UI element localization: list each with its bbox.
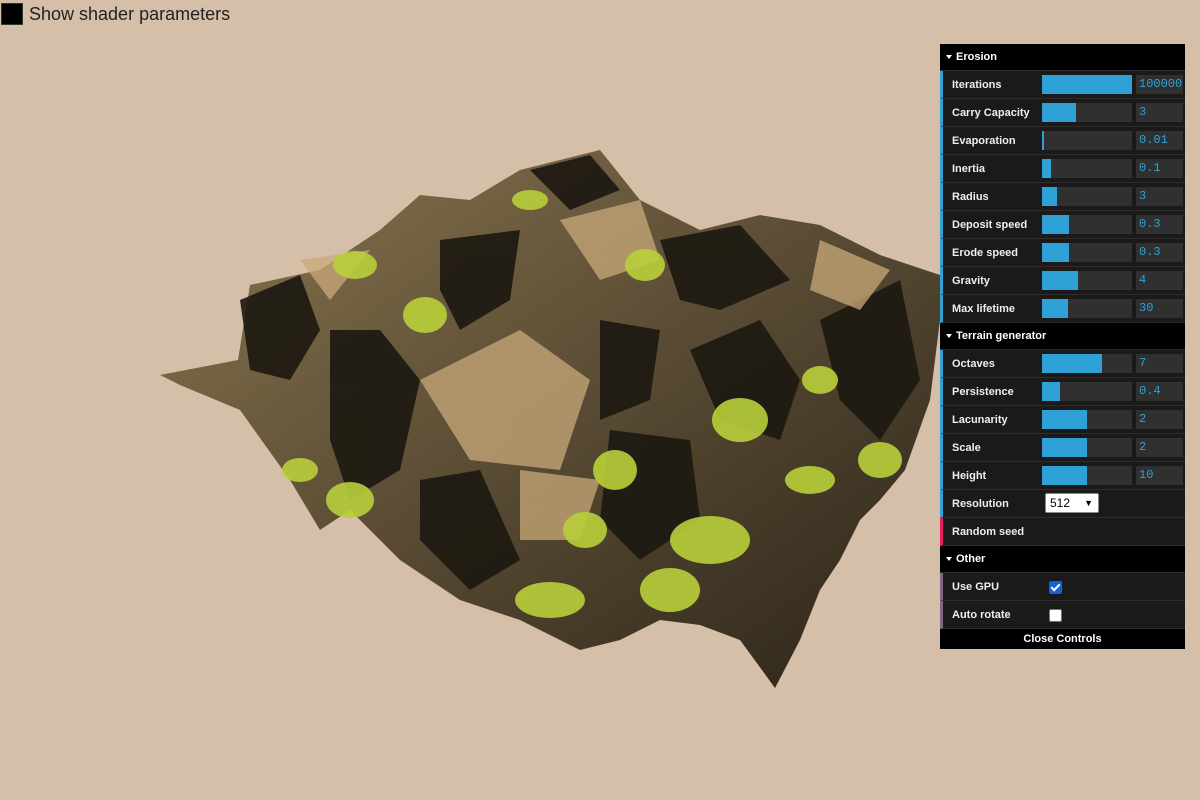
param-slider[interactable] — [1042, 382, 1132, 401]
param-label: Evaporation — [952, 134, 1016, 147]
param-row-iterations: Iterations 100000 — [940, 71, 1185, 99]
close-controls-button[interactable]: Close Controls — [940, 629, 1185, 649]
slider-fill — [1042, 103, 1077, 122]
show-shader-parameters-toggle[interactable]: Show shader parameters — [0, 0, 230, 28]
param-value-input[interactable]: 0.4 — [1136, 382, 1183, 401]
folder-erosion[interactable]: Erosion — [940, 44, 1185, 71]
param-row-inertia: Inertia 0.1 — [940, 155, 1185, 183]
param-label: Carry Capacity — [952, 106, 1030, 119]
param-label: Deposit speed — [952, 218, 1028, 231]
param-row-deposit-speed: Deposit speed 0.3 — [940, 211, 1185, 239]
toggle-box[interactable] — [1, 3, 23, 25]
param-row-scale: Scale 2 — [940, 434, 1185, 462]
param-label: Persistence — [952, 385, 1014, 398]
folder-terrain-generator[interactable]: Terrain generator — [940, 323, 1185, 350]
toggle-label: Show shader parameters — [29, 3, 231, 24]
param-label: Radius — [952, 190, 989, 203]
param-row-max-lifetime: Max lifetime 30 — [940, 295, 1185, 323]
chevron-down-icon: ▼ — [1084, 498, 1093, 508]
slider-fill — [1042, 299, 1069, 318]
param-label: Octaves — [952, 357, 995, 370]
param-value-input[interactable]: 100000 — [1136, 75, 1183, 94]
param-label: Auto rotate — [952, 608, 1011, 621]
param-slider[interactable] — [1042, 466, 1132, 485]
param-value-input[interactable]: 30 — [1136, 299, 1183, 318]
param-slider[interactable] — [1042, 243, 1132, 262]
param-slider[interactable] — [1042, 187, 1132, 206]
param-slider[interactable] — [1042, 103, 1132, 122]
param-row-erode-speed: Erode speed 0.3 — [940, 239, 1185, 267]
controls-panel: Erosion Iterations 100000 Carry Capacity 3 E… — [940, 44, 1185, 649]
param-slider[interactable] — [1042, 410, 1132, 429]
slider-fill — [1042, 466, 1087, 485]
param-label: Height — [952, 469, 987, 482]
caret-down-icon — [946, 334, 952, 338]
param-slider[interactable] — [1042, 299, 1132, 318]
param-value-input[interactable]: 7 — [1136, 354, 1183, 373]
param-slider[interactable] — [1042, 354, 1132, 373]
slider-fill — [1042, 159, 1051, 178]
param-value-input[interactable]: 2 — [1136, 410, 1183, 429]
slider-fill — [1042, 131, 1044, 150]
slider-fill — [1042, 271, 1078, 290]
param-row-height: Height 10 — [940, 462, 1185, 490]
param-label: Gravity — [952, 274, 990, 287]
param-value-input[interactable]: 2 — [1136, 438, 1183, 457]
param-row-octaves: Octaves 7 — [940, 350, 1185, 378]
folder-title-terrain: Terrain generator — [956, 330, 1047, 342]
slider-fill — [1042, 410, 1087, 429]
param-row-gravity: Gravity 4 — [940, 267, 1185, 295]
random-seed-label: Random seed — [952, 525, 1025, 538]
random-seed-button[interactable]: Random seed — [940, 518, 1185, 546]
folder-title-other: Other — [956, 553, 986, 565]
param-value-input[interactable]: 0.3 — [1136, 243, 1183, 262]
param-slider[interactable] — [1042, 75, 1132, 94]
param-slider[interactable] — [1042, 159, 1132, 178]
param-value-input[interactable]: 3 — [1136, 103, 1183, 122]
caret-down-icon — [946, 557, 952, 561]
param-slider[interactable] — [1042, 271, 1132, 290]
param-label: Scale — [952, 441, 981, 454]
param-slider[interactable] — [1042, 438, 1132, 457]
param-row-persistence: Persistence 0.4 — [940, 378, 1185, 406]
param-value-input[interactable]: 0.01 — [1136, 131, 1183, 150]
slider-fill — [1042, 75, 1132, 94]
param-value-input[interactable]: 0.1 — [1136, 159, 1183, 178]
param-row-radius: Radius 3 — [940, 183, 1185, 211]
use-gpu-checkbox[interactable] — [1049, 581, 1062, 594]
slider-fill — [1042, 215, 1069, 234]
slider-fill — [1042, 243, 1069, 262]
slider-fill — [1042, 187, 1058, 206]
param-value-input[interactable]: 3 — [1136, 187, 1183, 206]
resolution-row: Resolution 512 ▼ — [940, 490, 1185, 518]
param-label: Erode speed — [952, 246, 1019, 259]
slider-fill — [1042, 354, 1103, 373]
caret-down-icon — [946, 55, 952, 59]
param-row-evaporation: Evaporation 0.01 — [940, 127, 1185, 155]
slider-fill — [1042, 382, 1060, 401]
resolution-value: 512 — [1050, 496, 1071, 510]
param-label: Iterations — [952, 78, 1002, 91]
param-value-input[interactable]: 4 — [1136, 271, 1183, 290]
param-label: Resolution — [952, 497, 1009, 510]
resolution-select[interactable]: 512 ▼ — [1045, 493, 1099, 513]
folder-title-erosion: Erosion — [956, 51, 997, 63]
param-label: Use GPU — [952, 580, 1000, 593]
param-value-input[interactable]: 0.3 — [1136, 215, 1183, 234]
auto-rotate-checkbox[interactable] — [1049, 609, 1062, 622]
auto-rotate-row: Auto rotate — [940, 601, 1185, 629]
param-label: Max lifetime — [952, 302, 1015, 315]
param-row-carry-capacity: Carry Capacity 3 — [940, 99, 1185, 127]
use-gpu-row: Use GPU — [940, 573, 1185, 601]
param-label: Inertia — [952, 162, 986, 175]
param-slider[interactable] — [1042, 215, 1132, 234]
folder-other[interactable]: Other — [940, 546, 1185, 573]
slider-fill — [1042, 438, 1087, 457]
param-label: Lacunarity — [952, 413, 1008, 426]
param-row-lacunarity: Lacunarity 2 — [940, 406, 1185, 434]
param-slider[interactable] — [1042, 131, 1132, 150]
param-value-input[interactable]: 10 — [1136, 466, 1183, 485]
